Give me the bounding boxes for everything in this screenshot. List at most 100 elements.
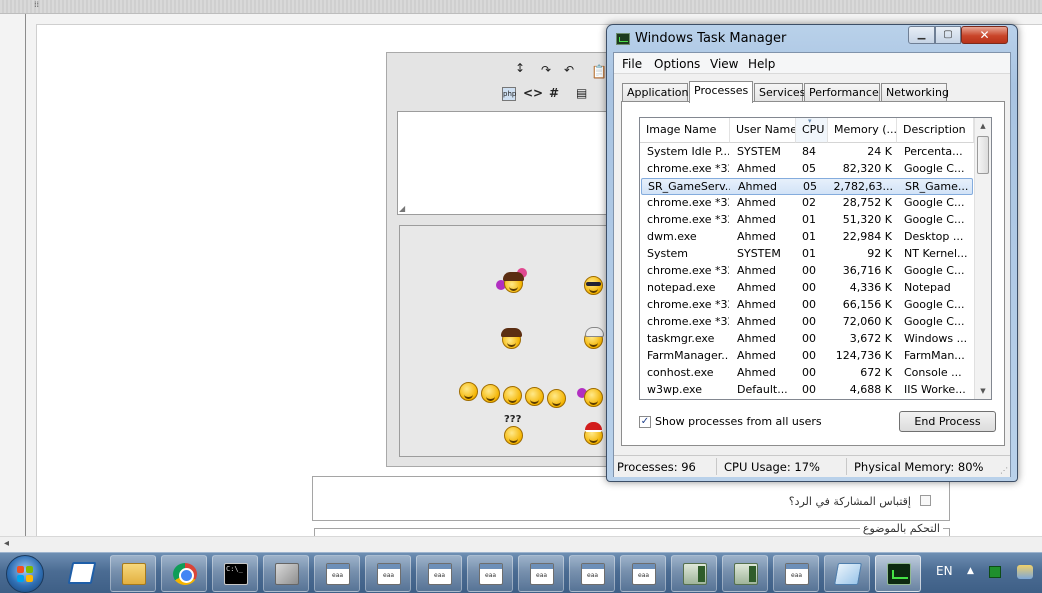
smiley-confused-icon[interactable] [504,426,523,445]
smiley-wolverine-icon[interactable] [501,328,522,349]
tab-services[interactable]: Services [754,83,805,102]
table-row[interactable]: System SYSTEM 01 92 K NT Kernel... [641,246,973,263]
smiley-laugh-icon[interactable] [459,382,478,401]
cell-memory: 72,060 K [842,315,892,328]
start-button[interactable] [6,555,44,593]
cell-cpu: 01 [802,247,816,260]
smiley-sunglasses-icon[interactable] [584,276,603,295]
table-row[interactable]: chrome.exe *32 Ahmed 01 51,320 K Google C... [641,212,973,229]
quote-post-checkbox[interactable] [920,495,931,506]
table-row[interactable]: SR_GameServ... Ahmed 05 2,782,63... SR_Game.… [641,178,973,195]
table-row[interactable]: chrome.exe *32 Ahmed 00 72,060 K Google C... [641,314,973,331]
taskbar-button[interactable] [569,555,615,592]
cell-user: Ahmed [737,162,776,175]
html-code-icon[interactable]: <> [523,86,543,100]
smiley-laugh-icon[interactable] [547,389,566,408]
table-row[interactable]: taskmgr.exe Ahmed 00 3,672 K Windows ... [641,331,973,348]
close-button[interactable]: ✕ [961,26,1008,44]
cell-description: Console ... [904,366,962,379]
tray-app-icon[interactable] [989,566,1001,578]
column-description[interactable]: Description [897,118,974,143]
smiley-turban-icon[interactable] [584,327,604,349]
show-all-users-checkbox[interactable]: ✓ [639,416,651,428]
table-row[interactable]: chrome.exe *32 Ahmed 00 36,716 K Google C... [641,263,973,280]
cell-memory: 24 K [867,145,892,158]
table-row[interactable]: dwm.exe Ahmed 01 22,984 K Desktop ... [641,229,973,246]
taskbar-button[interactable] [365,555,411,592]
show-hidden-icons-icon[interactable]: ▲ [967,566,974,576]
menu-view[interactable]: View [710,57,738,71]
table-row[interactable]: notepad.exe Ahmed 00 4,336 K Notepad [641,280,973,297]
column-image-name[interactable]: Image Name [640,118,730,143]
taskbar-button[interactable] [59,555,105,592]
undo-icon[interactable]: ↶ [564,63,574,77]
tab-networking[interactable]: Networking [881,83,949,102]
column-memory[interactable]: Memory (... [828,118,897,143]
smiley-flowers-icon[interactable] [584,388,603,407]
cell-memory: 36,716 K [842,264,892,277]
end-process-button[interactable]: End Process [899,411,996,432]
minimize-button[interactable]: ▁ [908,26,935,44]
taskbar-button[interactable]: C:\_ [212,555,258,592]
taskbar-button[interactable] [620,555,666,592]
redo-icon[interactable]: ↷ [541,63,551,77]
process-list[interactable]: Image Name User Name ▾ CPU Memory (... D… [639,117,992,400]
taskbar-button[interactable] [671,555,717,592]
paste-icon[interactable]: 📋 [591,65,607,80]
network-icon[interactable] [1017,565,1033,579]
smiley-girl-icon[interactable] [503,272,524,293]
taskbar-button[interactable] [722,555,768,592]
table-row[interactable]: chrome.exe *32 Ahmed 00 66,156 K Google C... [641,297,973,314]
cell-description: FarmMan... [904,349,965,362]
taskbar-button[interactable] [263,555,309,592]
menu-file[interactable]: File [622,57,642,71]
column-cpu[interactable]: ▾ CPU [796,118,828,143]
hash-icon[interactable]: # [549,86,559,100]
scroll-down-icon[interactable]: ▼ [975,383,991,399]
table-row[interactable]: FarmManager... Ahmed 00 124,736 K FarmMan... [641,348,973,365]
table-row[interactable]: w3wp.exe Default... 00 4,688 K IIS Worke... [641,382,973,399]
scroll-thumb[interactable] [977,136,989,174]
scroll-up-icon[interactable]: ▲ [975,118,991,134]
quote-icon[interactable]: ▤ [576,86,587,100]
taskbar-button[interactable] [314,555,360,592]
table-row[interactable]: System Idle P... SYSTEM 84 24 K Percenta... [641,144,973,161]
taskbar-button[interactable] [518,555,564,592]
menu-help[interactable]: Help [748,57,775,71]
resize-handle-icon[interactable]: ◢ [399,204,405,213]
table-row[interactable]: chrome.exe *32 Ahmed 02 28,752 K Google C... [641,195,973,212]
smiley-laugh-icon[interactable] [525,387,544,406]
resize-vertical-icon[interactable]: ↕ [515,61,525,75]
taskbar-button[interactable] [161,555,207,592]
taskbar-button[interactable] [773,555,819,592]
taskbar-button[interactable] [467,555,513,592]
menu-options[interactable]: Options [654,57,700,71]
taskbar-button[interactable] [416,555,462,592]
page-horizontal-scrollbar[interactable]: ◂ [0,536,1042,552]
show-all-users-label: Show processes from all users [655,415,822,428]
scroll-left-icon[interactable]: ◂ [4,538,9,549]
process-list-scrollbar[interactable]: ▲ ▼ [974,118,991,399]
tab-applications[interactable]: Applications [622,83,694,102]
resize-grip-icon[interactable]: ⋰ [1000,466,1008,475]
smiley-laugh-icon[interactable] [481,384,500,403]
php-code-icon[interactable]: php [502,87,516,101]
table-row[interactable]: chrome.exe *32 Ahmed 05 82,320 K Google C... [641,161,973,178]
taskbar-button[interactable] [824,555,870,592]
cell-cpu: 01 [802,230,816,243]
smiley-laugh-icon[interactable] [503,386,522,405]
taskbar-button[interactable] [875,555,921,592]
cell-memory: 672 K [860,366,892,379]
message-textarea[interactable]: ◢ [397,111,619,215]
smiley-santa-icon[interactable] [584,422,603,445]
language-indicator[interactable]: EN [936,564,953,578]
column-user-name[interactable]: User Name [730,118,796,143]
window-icon [428,563,452,585]
maximize-button[interactable]: ▢ [935,26,961,44]
tab-performance[interactable]: Performance [804,83,880,102]
tab-processes[interactable]: Processes [689,81,753,103]
table-row[interactable]: conhost.exe Ahmed 00 672 K Console ... [641,365,973,382]
title-bar[interactable]: Windows Task Manager ▁ ▢ ✕ [607,25,1017,51]
taskbar-button[interactable] [110,555,156,592]
topic-control-label: التحكم بالموضوع [859,522,943,535]
